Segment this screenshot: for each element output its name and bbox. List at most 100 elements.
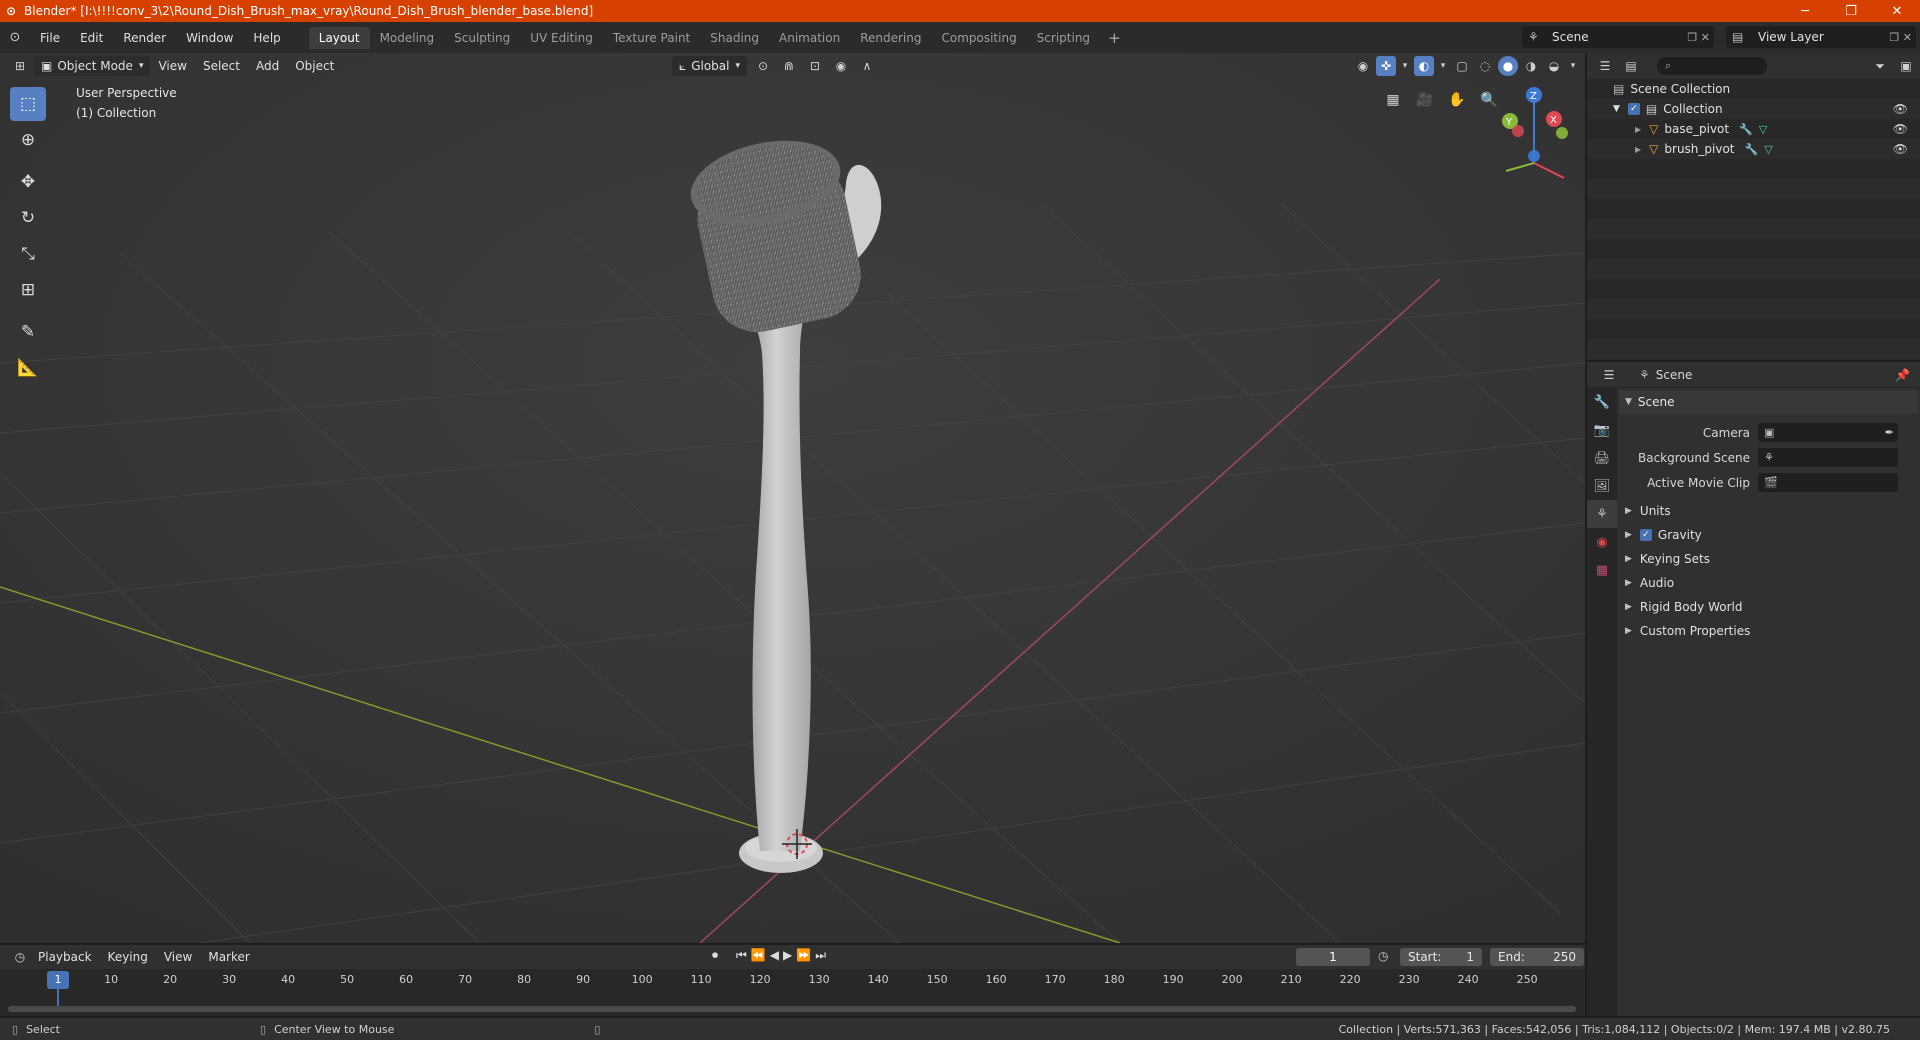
mesh-data-icon[interactable]: ▽ <box>1759 123 1767 136</box>
tab-sculpting[interactable]: Sculpting <box>444 27 520 49</box>
menu-render[interactable]: Render <box>113 31 176 45</box>
tab-texture-paint[interactable]: Texture Paint <box>603 27 700 49</box>
output-tab-icon[interactable]: 🖨 <box>1587 444 1617 472</box>
viewport-menu-view[interactable]: View <box>150 59 194 73</box>
chevron-down-icon[interactable]: ▾ <box>1567 56 1579 76</box>
mode-selector[interactable]: ▣ Object Mode ▾ <box>34 56 151 76</box>
move-tool-icon[interactable]: ✥ <box>10 165 46 199</box>
annotate-tool-icon[interactable]: ✎ <box>10 315 46 349</box>
close-button[interactable]: ✕ <box>1874 4 1920 19</box>
filter-icon[interactable]: ⏷ <box>1870 56 1890 76</box>
view-layer-tab-icon[interactable]: 🖼 <box>1587 472 1617 500</box>
tab-animation[interactable]: Animation <box>769 27 850 49</box>
snap-icon[interactable]: ⋒ <box>779 56 799 76</box>
jump-start-icon[interactable]: ⏮ <box>736 948 747 963</box>
outliner-collection[interactable]: ▼ ✓ ▤ Collection 👁 <box>1587 99 1920 119</box>
properties-editor-type-icon[interactable]: ☰ <box>1599 365 1619 385</box>
scene-panel-header[interactable]: ▼ Scene <box>1619 390 1918 414</box>
gravity-checkbox[interactable]: ✓ <box>1639 529 1652 541</box>
visibility-icon[interactable]: ◉ <box>1353 56 1373 76</box>
pan-view-icon[interactable]: ✋ <box>1444 87 1470 113</box>
gravity-panel[interactable]: ▶ ✓ Gravity <box>1619 523 1918 547</box>
viewport-menu-select[interactable]: Select <box>195 59 248 73</box>
menu-file[interactable]: File <box>30 31 70 45</box>
camera-field[interactable]: ▣ ✒ <box>1758 423 1898 442</box>
texture-tab-icon[interactable]: ▦ <box>1587 556 1617 584</box>
current-frame-field[interactable]: 1 <box>1296 948 1370 966</box>
restore-button[interactable]: ❐ <box>1828 4 1874 19</box>
select-box-tool-icon[interactable]: ⬚ <box>10 87 46 121</box>
scene-tab-icon[interactable]: ⚘ <box>1587 500 1617 528</box>
mesh-data-icon[interactable]: ▽ <box>1764 143 1772 156</box>
snap-target-icon[interactable]: ⊡ <box>805 56 825 76</box>
outliner-item-base-pivot[interactable]: ▶ ▽ base_pivot 🔧 ▽ 👁 <box>1587 119 1920 139</box>
add-workspace-button[interactable]: + <box>1100 29 1129 47</box>
tab-rendering[interactable]: Rendering <box>850 27 931 49</box>
zoom-view-icon[interactable]: 🔍 <box>1476 87 1502 113</box>
audio-panel[interactable]: ▶ Audio <box>1619 571 1918 595</box>
pin-icon[interactable]: 📌 <box>1895 368 1910 382</box>
outliner-search-input[interactable]: ⌕ <box>1657 57 1767 75</box>
eye-icon[interactable]: 👁 <box>1893 122 1908 136</box>
tool-tab-icon[interactable]: 🔧 <box>1587 388 1617 416</box>
next-keyframe-icon[interactable]: ⏩ <box>796 948 811 963</box>
tab-scripting[interactable]: Scripting <box>1027 27 1100 49</box>
eye-icon[interactable]: 👁 <box>1893 142 1908 156</box>
outliner-scene-collection[interactable]: ▤ Scene Collection <box>1587 79 1920 99</box>
measure-tool-icon[interactable]: 📐 <box>10 351 46 385</box>
expand-triangle-icon[interactable]: ▶ <box>1635 125 1641 134</box>
active-movie-clip-field[interactable]: 🎬 <box>1758 473 1898 492</box>
timeline-menu-keying[interactable]: Keying <box>100 950 156 964</box>
editor-type-icon[interactable]: ⊞ <box>10 56 30 76</box>
scale-tool-icon[interactable]: ⤡ <box>10 237 46 271</box>
pivot-point-icon[interactable]: ⊙ <box>753 56 773 76</box>
display-mode-icon[interactable]: ▤ <box>1621 56 1641 76</box>
wireframe-shading-icon[interactable]: ◌ <box>1475 56 1495 76</box>
overlays-toggle-icon[interactable]: ◐ <box>1414 56 1434 76</box>
modifier-icon[interactable]: 🔧 <box>1739 123 1753 136</box>
background-scene-field[interactable]: ⚘ <box>1758 448 1898 467</box>
solid-shading-icon[interactable]: ● <box>1498 56 1518 76</box>
chevron-down-icon[interactable]: ▾ <box>1437 56 1449 76</box>
tab-compositing[interactable]: Compositing <box>931 27 1026 49</box>
scene-actions-icon[interactable]: ❐ ✕ <box>1687 31 1710 44</box>
rendered-shading-icon[interactable]: ◒ <box>1544 56 1564 76</box>
keying-sets-panel[interactable]: ▶ Keying Sets <box>1619 547 1918 571</box>
new-collection-icon[interactable]: ▣ <box>1896 56 1916 76</box>
timeline-menu-marker[interactable]: Marker <box>200 950 257 964</box>
blender-menu-icon[interactable]: ⊙ <box>0 30 30 45</box>
viewport-menu-object[interactable]: Object <box>287 59 342 73</box>
playhead-frame[interactable]: 1 <box>47 971 69 989</box>
collection-checkbox[interactable]: ✓ <box>1627 103 1640 115</box>
timeline-scrollbar[interactable] <box>8 1006 1576 1012</box>
start-frame-field[interactable]: Start: 1 <box>1400 948 1482 966</box>
clock-icon[interactable]: ◷ <box>1378 949 1388 963</box>
scene-selector[interactable]: ⚘ Scene ❐ ✕ <box>1522 26 1714 48</box>
jump-end-icon[interactable]: ⏭ <box>815 948 826 963</box>
proportional-edit-icon[interactable]: ◉ <box>831 56 851 76</box>
camera-view-icon[interactable]: 🎥 <box>1412 87 1438 113</box>
gizmo-toggle-icon[interactable]: ✜ <box>1376 56 1396 76</box>
play-reverse-icon[interactable]: ◀ <box>770 948 779 963</box>
play-icon[interactable]: ▶ <box>783 948 792 963</box>
orientation-selector[interactable]: ⟀ Global ▾ <box>672 56 748 76</box>
expand-triangle-icon[interactable]: ▶ <box>1635 145 1641 154</box>
units-panel[interactable]: ▶ Units <box>1619 499 1918 523</box>
xray-toggle-icon[interactable]: ▢ <box>1452 56 1472 76</box>
timeline-menu-playback[interactable]: Playback <box>30 950 100 964</box>
eye-icon[interactable]: 👁 <box>1893 102 1908 116</box>
timeline-ruler[interactable]: 1 10 20 30 40 50 60 70 80 90 100 110 120 130 140 150 16… <box>0 969 1585 1011</box>
eyedropper-icon[interactable]: ✒ <box>1885 426 1894 439</box>
outliner-editor-type-icon[interactable]: ☰ <box>1595 56 1615 76</box>
timeline-editor-type-icon[interactable]: ◷ <box>10 947 30 967</box>
modifier-icon[interactable]: 🔧 <box>1745 143 1759 156</box>
timeline-menu-view[interactable]: View <box>156 950 200 964</box>
custom-properties-panel[interactable]: ▶ Custom Properties <box>1619 619 1918 643</box>
rigid-body-world-panel[interactable]: ▶ Rigid Body World <box>1619 595 1918 619</box>
view-layer-actions-icon[interactable]: ❐ ✕ <box>1889 31 1912 44</box>
expand-triangle-icon[interactable]: ▼ <box>1613 104 1620 114</box>
material-shading-icon[interactable]: ◑ <box>1521 56 1541 76</box>
transform-tool-icon[interactable]: ⊞ <box>10 273 46 307</box>
tab-modeling[interactable]: Modeling <box>370 27 445 49</box>
viewport-menu-add[interactable]: Add <box>248 59 287 73</box>
